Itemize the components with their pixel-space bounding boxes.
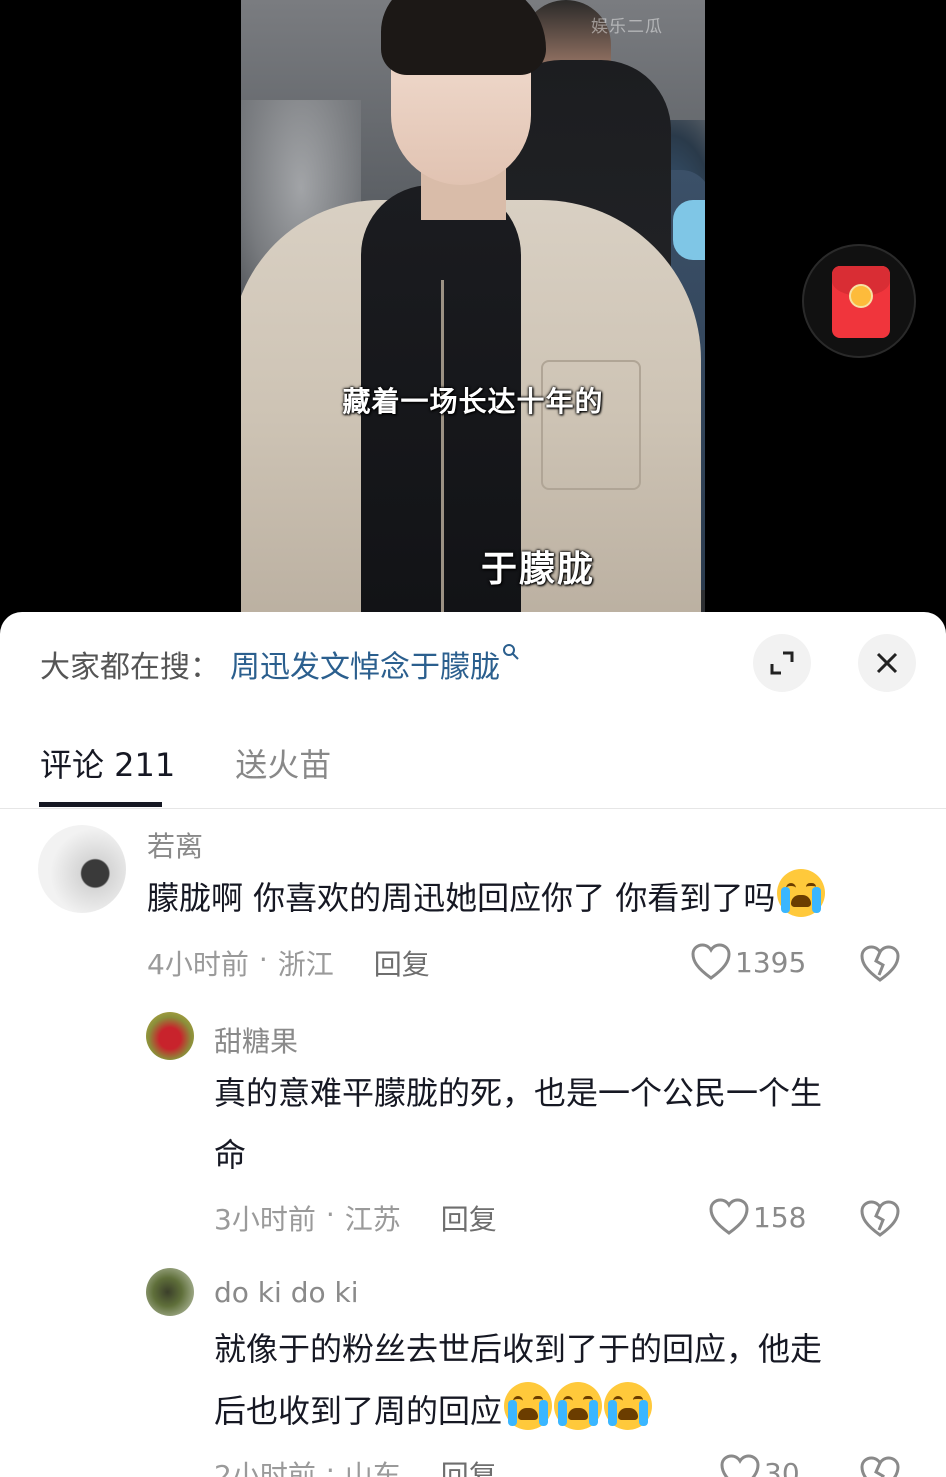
comment-location: 浙江: [277, 948, 334, 981]
background-person-mask: [673, 200, 705, 260]
dislike-button[interactable]: [860, 1200, 900, 1242]
broken-heart-icon: [860, 945, 900, 982]
avatar[interactable]: [146, 1268, 194, 1316]
tab-indicator: [39, 802, 162, 807]
comment-time: 3小时前: [214, 1203, 316, 1236]
comment-author[interactable]: do ki do ki: [214, 1276, 359, 1309]
comment-text-line: 后也收到了周的回应: [214, 1392, 503, 1430]
comment-time: 4小时前: [147, 948, 249, 981]
divider: [0, 808, 946, 809]
dislike-button[interactable]: [860, 1456, 900, 1477]
close-button[interactable]: [858, 634, 916, 692]
meta-separator: ·: [325, 1198, 335, 1231]
red-envelope-icon: [832, 266, 890, 338]
red-envelope-button[interactable]: [802, 244, 916, 358]
comment-text-line: 真的意难平朦胧的死，也是一个公民一个生: [214, 1074, 823, 1112]
comment-location: 江苏: [344, 1203, 401, 1236]
comment-text: 真的意难平朦胧的死，也是一个公民一个生 命: [214, 1062, 822, 1186]
avatar[interactable]: [38, 825, 126, 913]
video-subtitle: 藏着一场长达十年的: [342, 385, 604, 418]
avatar[interactable]: [146, 1012, 194, 1060]
like-count: 30: [764, 1456, 800, 1477]
like-count: 1395: [735, 945, 807, 979]
coin-icon: [849, 284, 873, 308]
like-button[interactable]: 1395: [691, 943, 806, 981]
comment-text-line-with-emoji: 后也收到了周的回应: [214, 1380, 822, 1442]
crying-emoji-icon: [777, 869, 826, 917]
like-button[interactable]: 30: [720, 1454, 800, 1477]
zipper: [441, 280, 444, 620]
comment-author[interactable]: 甜糖果: [214, 1020, 298, 1060]
tab-send-flame[interactable]: 送火苗: [235, 740, 331, 786]
meta-separator: ·: [325, 1454, 335, 1477]
trending-search-prefix: 大家都在搜：: [40, 650, 220, 685]
heart-icon: [691, 943, 731, 980]
crying-emoji-icon: [604, 1382, 653, 1430]
reply-button[interactable]: 回复: [441, 1454, 497, 1477]
hair: [381, 0, 546, 75]
comment-meta: 4小时前 · 浙江 回复: [147, 943, 430, 983]
comment-tabs: 评论 211 送火苗: [40, 740, 391, 786]
search-icon: [502, 643, 520, 666]
comment-meta: 2小时前 · 山东 回复: [214, 1454, 497, 1477]
comment-meta: 3小时前 · 江苏 回复: [214, 1198, 497, 1238]
expand-button[interactable]: [753, 634, 811, 692]
tab-comments[interactable]: 评论 211: [40, 740, 175, 786]
video-frame: 娱乐二瓜 藏着一场长达十年的 于朦胧: [241, 0, 705, 640]
heart-icon: [709, 1198, 749, 1235]
heart-icon: [720, 1454, 760, 1477]
dislike-button[interactable]: [860, 945, 900, 987]
like-button[interactable]: 158: [709, 1198, 806, 1236]
expand-icon: [770, 651, 794, 675]
broken-heart-icon: [860, 1200, 900, 1237]
comment-text-line: 就像于的粉丝去世后收到了于的回应，他走: [214, 1330, 823, 1368]
trending-search-term[interactable]: 周迅发文悼念于朦胧: [230, 642, 500, 686]
video-player[interactable]: 娱乐二瓜 藏着一场长达十年的 于朦胧: [0, 0, 946, 640]
comment-text-body: 朦胧啊 你喜欢的周迅她回应你了 你看到了吗: [147, 879, 776, 917]
video-name-caption: 于朦胧: [481, 549, 596, 590]
comment-panel: 大家都在搜： 周迅发文悼念于朦胧 评论 211 送火苗 若离 朦胧啊 你喜欢的周…: [0, 612, 946, 1477]
comment-time: 2小时前: [214, 1459, 316, 1477]
video-watermark: 娱乐二瓜: [591, 17, 663, 37]
crying-emoji-icon: [554, 1382, 603, 1430]
reply-button[interactable]: 回复: [374, 943, 430, 983]
comment-text: 就像于的粉丝去世后收到了于的回应，他走 后也收到了周的回应: [214, 1318, 822, 1442]
comment-text: 朦胧啊 你喜欢的周迅她回应你了 你看到了吗: [147, 867, 826, 929]
reply-button[interactable]: 回复: [441, 1198, 497, 1238]
close-icon: [876, 652, 898, 674]
crying-emoji-icon: [504, 1382, 553, 1430]
comment-location: 山东: [344, 1459, 401, 1477]
like-count: 158: [753, 1200, 807, 1234]
meta-separator: ·: [258, 943, 268, 976]
broken-heart-icon: [860, 1456, 900, 1477]
comment-text-line: 命: [214, 1136, 247, 1174]
comment-author[interactable]: 若离: [147, 825, 203, 865]
trending-search[interactable]: 大家都在搜： 周迅发文悼念于朦胧: [40, 642, 520, 686]
